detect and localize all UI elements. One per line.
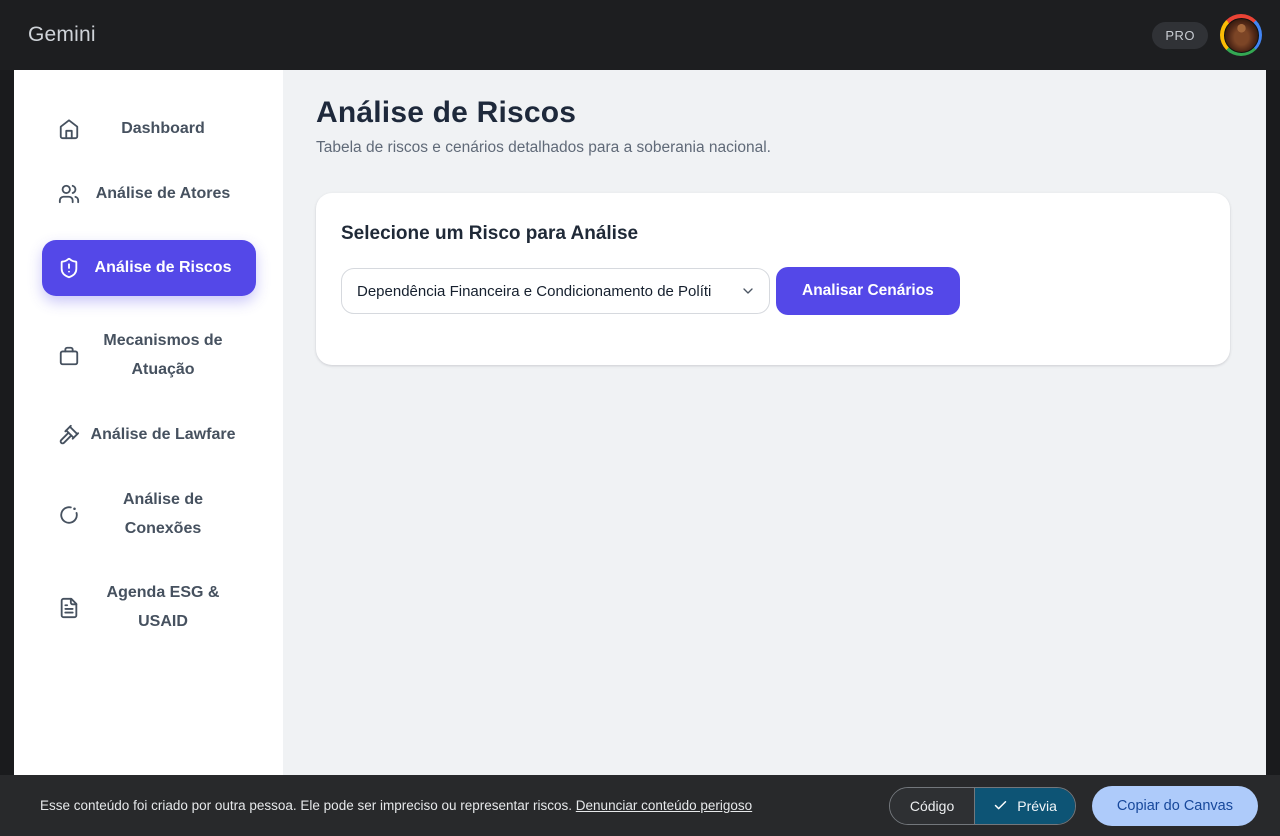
card-heading: Selecione um Risco para Análise [341,223,1205,245]
sidebar-item-label: Análise de Lawfare [88,421,238,450]
risk-select-value: Dependência Financeira e Condicionamento… [357,283,711,300]
page-title: Análise de Riscos [316,96,1230,130]
users-icon [58,183,80,205]
gemini-logo: Gemini [28,23,96,47]
briefcase-icon [58,345,80,367]
analyze-scenarios-button[interactable]: Analisar Cenários [776,267,960,315]
home-icon [58,118,80,140]
page-subtitle: Tabela de riscos e cenários detalhados p… [316,139,1230,157]
footer-controls: Código Prévia Copiar do Canvas [889,786,1258,826]
risk-select-row: Dependência Financeira e Condicionamento… [341,267,1205,315]
pro-badge: PRO [1152,22,1208,49]
gavel-icon [58,424,80,446]
document-icon [58,597,80,619]
risk-select[interactable]: Dependência Financeira e Condicionamento… [341,268,770,314]
check-icon [993,798,1008,813]
sidebar-item-analise-conexoes[interactable]: Análise de Conexões [42,481,256,549]
sidebar-item-agenda-esg-usaid[interactable]: Agenda ESG & USAID [42,574,256,642]
disclaimer-text: Esse conteúdo foi criado por outra pesso… [40,798,572,813]
canvas-preview: Dashboard Análise de Atores Análise de R… [14,70,1266,775]
sidebar-item-label: Agenda ESG & USAID [88,579,238,637]
content-disclaimer: Esse conteúdo foi criado por outra pesso… [40,798,752,813]
sidebar-item-dashboard[interactable]: Dashboard [42,110,256,149]
sidebar-item-label: Análise de Conexões [88,486,238,544]
sidebar-item-mecanismos-atuacao[interactable]: Mecanismos de Atuação [42,322,256,390]
top-bar-right: PRO [1152,14,1262,56]
tab-preview[interactable]: Prévia [974,788,1075,824]
sidebar-item-analise-riscos[interactable]: Análise de Riscos [42,240,256,297]
sidebar-item-label: Análise de Riscos [80,254,246,283]
avatar-photo [1224,18,1259,53]
main-content: Análise de Riscos Tabela de riscos e cen… [283,70,1266,775]
sidebar-item-label: Dashboard [88,115,238,144]
copy-from-canvas-button[interactable]: Copiar do Canvas [1092,786,1258,826]
risk-selection-card: Selecione um Risco para Análise Dependên… [316,193,1230,365]
canvas-footer: Esse conteúdo foi criado por outra pesso… [0,775,1280,836]
chevron-down-icon [740,283,756,299]
sidebar-item-analise-atores[interactable]: Análise de Atores [42,175,256,214]
user-avatar[interactable] [1220,14,1262,56]
app-sidebar: Dashboard Análise de Atores Análise de R… [14,70,283,775]
connections-icon [58,504,80,526]
shield-alert-icon [58,257,80,279]
sidebar-item-label: Análise de Atores [88,180,238,209]
sidebar-item-label: Mecanismos de Atuação [88,327,238,385]
code-preview-toggle: Código Prévia [889,787,1076,825]
tab-code[interactable]: Código [890,788,974,824]
sidebar-item-analise-lawfare[interactable]: Análise de Lawfare [42,416,256,455]
report-dangerous-content-link[interactable]: Denunciar conteúdo perigoso [576,798,752,813]
tab-preview-label: Prévia [1017,798,1057,814]
top-bar: Gemini PRO [0,0,1280,70]
